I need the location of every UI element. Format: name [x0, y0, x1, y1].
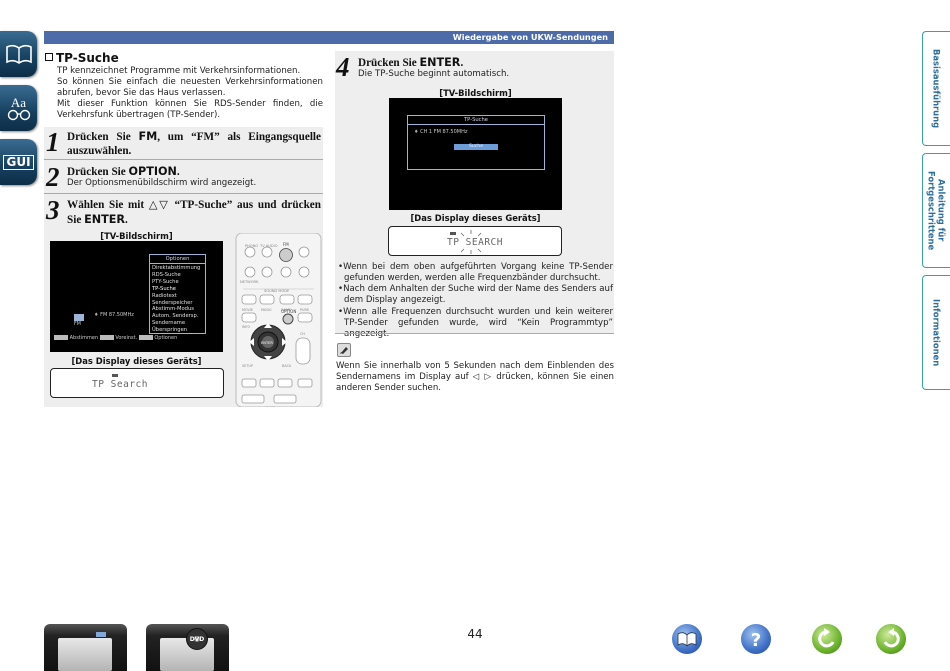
- options-menu-item[interactable]: RDS-Suche: [151, 272, 204, 279]
- gui-icon-label: GUI: [3, 154, 34, 170]
- display-label-1: [Das Display dieses Geräts]: [71, 356, 202, 366]
- svg-text:MUSIC: MUSIC: [261, 308, 273, 312]
- bullet-2: •Nach dem Anhalten der Suche wird der Na…: [338, 284, 613, 306]
- tv2-frequency: ♦ CH 1 FM 87.50MHz: [414, 129, 468, 135]
- bullet-1: •Wenn bei dem oben aufgeführten Vorgang …: [338, 262, 613, 284]
- options-menu-item[interactable]: Überspringen: [151, 327, 204, 334]
- search-indicator: Suche: [454, 144, 498, 150]
- svg-text:FM: FM: [283, 242, 289, 247]
- options-menu-item[interactable]: Radiotext: [151, 293, 204, 300]
- svg-text:OPTION: OPTION: [281, 309, 296, 314]
- note-text: Wenn Sie innerhalb von 5 Sekunden nach d…: [336, 361, 615, 394]
- fm-source-label: FM: [74, 322, 81, 327]
- section-header: Wiedergabe von UKW-Sendungen: [44, 31, 614, 44]
- bullet-3: •Wenn alle Frequenzen durchsucht wurden …: [338, 307, 613, 340]
- lcd-text-2: TP SEARCH: [447, 237, 503, 248]
- note-pencil-icon: [337, 343, 351, 357]
- svg-text:NETWORK: NETWORK: [240, 280, 259, 284]
- tv-label-1: [TV-Bildschirm]: [100, 231, 173, 241]
- svg-text:TUNE: TUNE: [265, 406, 275, 407]
- page-number: 44: [467, 627, 483, 641]
- svg-text:SETUP: SETUP: [242, 364, 253, 368]
- svg-text:PHONO: PHONO: [245, 244, 258, 248]
- tab-fortgeschrittene[interactable]: Anleitung für Fortgeschrittene: [922, 153, 950, 268]
- intro-line-3: Mit dieser Funktion können Sie RDS-Sende…: [57, 99, 323, 120]
- receiver-device-image[interactable]: [44, 624, 127, 671]
- manual-icon[interactable]: [672, 624, 702, 654]
- svg-text:PURE: PURE: [300, 308, 309, 312]
- tv-label-2: [TV-Bildschirm]: [439, 88, 512, 98]
- step-3-number: 3: [46, 195, 60, 225]
- lcd-display-2: TP SEARCH: [388, 226, 562, 256]
- svg-text:SOUND MODE: SOUND MODE: [264, 289, 290, 293]
- step-1-text: Drücken Sie FM, um “FM” als Eingangsquel…: [67, 130, 322, 157]
- help-icon[interactable]: ?: [741, 624, 771, 654]
- gui-icon[interactable]: GUI: [0, 139, 37, 185]
- tv-screen-1: Optionen Direktabstimmung RDS-Suche PTY-Su…: [50, 241, 223, 352]
- fm-source-icon: [74, 314, 84, 321]
- forward-icon[interactable]: [876, 624, 906, 654]
- options-menu-item[interactable]: Direktabstimmung: [151, 265, 204, 272]
- step-4-number: 4: [336, 52, 350, 82]
- svg-text:BACK: BACK: [282, 364, 292, 368]
- step-2-subtext: Der Optionsmenübildschirm wird angezeigt…: [67, 178, 257, 188]
- tab-basisausfuehrung[interactable]: Basisausführung: [922, 31, 950, 146]
- tab-informationen[interactable]: Informationen: [922, 275, 950, 390]
- remote-illustration: PHONO TV AUDIO FM NETWORK SOUND MODE MOV…: [234, 233, 323, 407]
- intro-line-2: So können Sie einfach die neuesten Verke…: [57, 77, 323, 98]
- options-menu-item[interactable]: TP-Suche: [151, 286, 204, 293]
- options-menu-item[interactable]: Autom. Sendersp.: [151, 313, 204, 320]
- dvd-device-image[interactable]: DVD: [146, 624, 229, 671]
- options-menu-item[interactable]: Abstimm-Modus: [151, 306, 204, 313]
- step-1-number: 1: [46, 127, 60, 157]
- aa-icon-label: Aa: [10, 94, 27, 110]
- svg-text:?: ?: [751, 630, 761, 651]
- svg-text:MOVIE: MOVIE: [242, 308, 253, 312]
- step-4-subtext: Die TP-Suche beginnt automatisch.: [358, 69, 510, 79]
- lcd-text-1: TP Search: [92, 379, 148, 390]
- intro-line-1: TP kennzeichnet Programme mit Verkehrsin…: [57, 66, 301, 76]
- svg-text:INFO: INFO: [242, 325, 250, 329]
- svg-text:ENTER: ENTER: [261, 341, 273, 345]
- options-menu: Optionen Direktabstimmung RDS-Suche PTY-Su…: [149, 254, 206, 334]
- step-3-text: Wählen Sie mit △▽ “TP-Suche” aus und drü…: [67, 199, 321, 226]
- lcd-indicator-icon: [112, 374, 118, 377]
- back-icon[interactable]: [812, 624, 842, 654]
- checkbox-icon: [45, 53, 53, 61]
- aa-icon[interactable]: Aa: [0, 85, 37, 131]
- tp-search-box: TP-Suche ♦ CH 1 FM 87.50MHz Suche: [407, 115, 545, 170]
- svg-text:CH: CH: [300, 332, 305, 336]
- options-menu-item[interactable]: Senderspeicher: [151, 300, 204, 307]
- section-title: TP-Suche: [45, 51, 119, 65]
- step-2-number: 2: [46, 162, 60, 192]
- tp-search-box-title: TP-Suche: [408, 116, 544, 125]
- lcd-display-1: TP Search: [50, 368, 224, 398]
- tv1-frequency: ♦ FM 87.50MHz: [94, 312, 134, 318]
- options-menu-title: Optionen: [150, 255, 205, 264]
- svg-text:TV AUDIO: TV AUDIO: [259, 244, 278, 248]
- dvd-disc-icon: DVD: [186, 628, 208, 650]
- tv-screen-2: TP-Suche ♦ CH 1 FM 87.50MHz Suche: [389, 98, 562, 210]
- lcd-indicator-icon: [450, 232, 456, 235]
- tv1-footer: Abstimmen Voreinst. Optionen: [54, 335, 177, 341]
- options-menu-item[interactable]: PTY-Suche: [151, 279, 204, 286]
- display-label-2: [Das Display dieses Geräts]: [410, 213, 541, 223]
- book-icon[interactable]: [0, 31, 37, 77]
